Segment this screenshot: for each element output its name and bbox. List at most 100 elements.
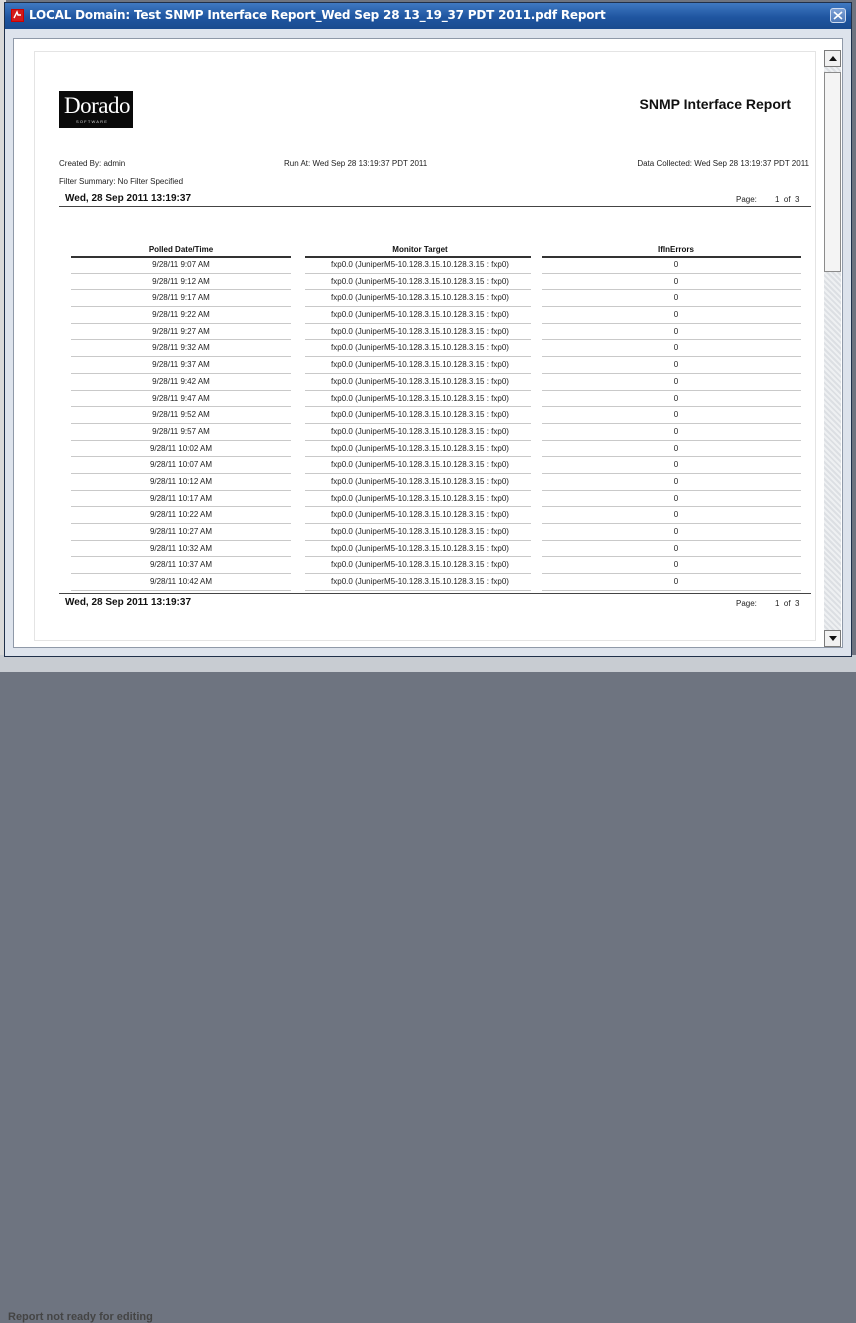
column-header-errors: IfInErrors [657,245,694,254]
cell-polled-time: 9/28/11 10:22 AM [149,510,213,520]
table-row: 9/28/11 9:07 AM fxp0.0 (JuniperM5-10.128.… [35,257,817,274]
cell-monitor-target: fxp0.0 (JuniperM5-10.128.3.15.10.128.3.1… [331,260,509,269]
table-row: 9/28/11 10:17 AM fxp0.0 (JuniperM5-10.128… [35,491,817,508]
created-by: Created By: admin [59,159,126,168]
scrollbar-thumb[interactable] [824,72,841,272]
row-divider [305,589,531,591]
cell-monitor-target: fxp0.0 (JuniperM5-10.128.3.15.10.128.3.1… [331,476,509,486]
cell-ifinerrors: 0 [673,393,679,403]
cell-ifinerrors: 0 [673,293,679,303]
scroll-up-arrow-icon [829,56,837,61]
pdf-icon [11,9,24,22]
data-collected: Data Collected: Wed Sep 28 13:19:37 PDT … [637,159,809,168]
cell-monitor-target: fxp0.0 (JuniperM5-10.128.3.15.10.128.3.1… [331,410,509,420]
cell-ifinerrors: 0 [673,260,679,269]
cell-ifinerrors: 0 [673,376,679,386]
header-rule [59,206,811,207]
cell-monitor-target: fxp0.0 (JuniperM5-10.128.3.15.10.128.3.1… [331,543,509,553]
cell-polled-time: 9/28/11 10:37 AM [149,560,213,570]
cell-ifinerrors: 0 [673,460,679,470]
cell-ifinerrors: 0 [673,310,679,320]
footer-rule [59,593,811,594]
cell-polled-time: 9/28/11 9:22 AM [152,310,210,320]
cell-ifinerrors: 0 [673,543,679,553]
scroll-up-button[interactable] [824,50,841,67]
cell-monitor-target: fxp0.0 (JuniperM5-10.128.3.15.10.128.3.1… [331,460,509,470]
cell-polled-time: 9/28/11 10:02 AM [149,443,213,453]
table-row: 9/28/11 10:02 AM fxp0.0 (JuniperM5-10.128… [35,441,817,458]
cell-monitor-target: fxp0.0 (JuniperM5-10.128.3.15.10.128.3.1… [331,443,509,453]
cell-monitor-target: fxp0.0 (JuniperM5-10.128.3.15.10.128.3.1… [331,426,509,436]
filter-summary: Filter Summary: No Filter Specified [59,177,184,186]
cell-monitor-target: fxp0.0 (JuniperM5-10.128.3.15.10.128.3.1… [331,393,509,403]
scroll-down-button[interactable] [824,630,841,647]
table-row: 9/28/11 10:07 AM fxp0.0 (JuniperM5-10.128… [35,457,817,474]
table-row: 9/28/11 10:27 AM fxp0.0 (JuniperM5-10.128… [35,524,817,541]
cell-polled-time: 9/28/11 9:42 AM [152,376,210,386]
table-row: 9/28/11 9:17 AM fxp0.0 (JuniperM5-10.128.… [35,290,817,308]
row-divider [71,589,291,591]
cell-polled-time: 9/28/11 9:17 AM [152,293,210,303]
header-page-label: Page: [736,195,757,204]
cell-monitor-target: fxp0.0 (JuniperM5-10.128.3.15.10.128.3.1… [331,326,509,336]
report-page: Dorado SOFTWARE SNMP Interface Report Cr… [34,51,816,641]
cell-monitor-target: fxp0.0 (JuniperM5-10.128.3.15.10.128.3.1… [331,560,509,570]
table-row: 9/28/11 9:47 AM fxp0.0 (JuniperM5-10.128.… [35,391,817,408]
cell-ifinerrors: 0 [673,560,679,570]
cell-ifinerrors: 0 [673,343,679,353]
cell-ifinerrors: 0 [673,443,679,453]
table-row: 9/28/11 10:22 AM fxp0.0 (JuniperM5-10.128… [35,507,817,524]
column-header-polled: Polled Date/Time [148,245,214,254]
dialog-title: LOCAL Domain: Test SNMP Interface Report… [29,8,606,22]
cell-ifinerrors: 0 [673,577,679,587]
cell-ifinerrors: 0 [673,410,679,420]
cell-polled-time: 9/28/11 9:37 AM [152,360,210,370]
header-date: Wed, 28 Sep 2011 13:19:37 [65,193,192,204]
cell-polled-time: 9/28/11 9:27 AM [152,326,210,336]
table-row: 9/28/11 9:12 AM fxp0.0 (JuniperM5-10.128.… [35,274,817,291]
cell-ifinerrors: 0 [673,426,679,436]
table-row: 9/28/11 10:42 AM fxp0.0 (JuniperM5-10.128… [35,574,817,591]
cell-monitor-target: fxp0.0 (JuniperM5-10.128.3.15.10.128.3.1… [331,293,509,303]
column-header-target: Monitor Target [392,245,448,254]
table-row: 9/28/11 9:52 AM fxp0.0 (JuniperM5-10.128.… [35,407,817,424]
report-table: 9/28/11 9:07 AM fxp0.0 (JuniperM5-10.128.… [35,257,817,591]
logo-text: Dorado [64,93,130,118]
report-title: SNMP Interface Report [639,96,791,112]
cell-ifinerrors: 0 [673,510,679,520]
dorado-logo: Dorado SOFTWARE [59,91,133,128]
cell-monitor-target: fxp0.0 (JuniperM5-10.128.3.15.10.128.3.1… [331,376,509,386]
row-divider [542,589,801,591]
table-row: 9/28/11 10:12 AM fxp0.0 (JuniperM5-10.128… [35,474,817,491]
footer-page-label: Page: [736,599,757,608]
table-row: 9/28/11 9:57 AM fxp0.0 (JuniperM5-10.128.… [35,424,817,441]
cell-ifinerrors: 0 [673,527,679,536]
dialog-titlebar[interactable]: LOCAL Domain: Test SNMP Interface Report… [5,3,851,29]
vertical-scrollbar[interactable] [824,50,841,647]
cell-polled-time: 9/28/11 10:32 AM [149,543,213,553]
table-row: 9/28/11 9:32 AM fxp0.0 (JuniperM5-10.128.… [35,340,817,358]
cell-ifinerrors: 0 [673,360,679,370]
cell-polled-time: 9/28/11 10:12 AM [149,476,213,486]
report-dialog: LOCAL Domain: Test SNMP Interface Report… [4,2,852,657]
table-row: 9/28/11 9:27 AM fxp0.0 (JuniperM5-10.128.… [35,324,817,341]
cell-monitor-target: fxp0.0 (JuniperM5-10.128.3.15.10.128.3.1… [331,276,509,286]
close-button[interactable] [830,8,846,23]
cell-ifinerrors: 0 [673,276,679,286]
cell-polled-time: 9/28/11 9:47 AM [152,393,210,403]
cell-polled-time: 9/28/11 10:07 AM [149,460,213,470]
cell-polled-time: 9/28/11 10:27 AM [149,527,213,536]
run-at: Run At: Wed Sep 28 13:19:37 PDT 2011 [284,159,428,168]
cell-monitor-target: fxp0.0 (JuniperM5-10.128.3.15.10.128.3.1… [331,527,509,536]
cell-monitor-target: fxp0.0 (JuniperM5-10.128.3.15.10.128.3.1… [331,310,509,320]
cell-ifinerrors: 0 [673,326,679,336]
table-row: 9/28/11 10:37 AM fxp0.0 (JuniperM5-10.128… [35,557,817,575]
cell-polled-time: 9/28/11 9:12 AM [152,276,210,286]
table-row: 9/28/11 9:37 AM fxp0.0 (JuniperM5-10.128.… [35,357,817,374]
background-status-text: Report not ready for editing [8,1311,153,1323]
cell-polled-time: 9/28/11 9:52 AM [152,410,210,420]
cell-polled-time: 9/28/11 10:17 AM [149,493,213,503]
scroll-down-arrow-icon [829,636,837,641]
pdf-viewer[interactable]: Dorado SOFTWARE SNMP Interface Report Cr… [13,38,843,648]
cell-polled-time: 9/28/11 9:07 AM [152,260,210,269]
